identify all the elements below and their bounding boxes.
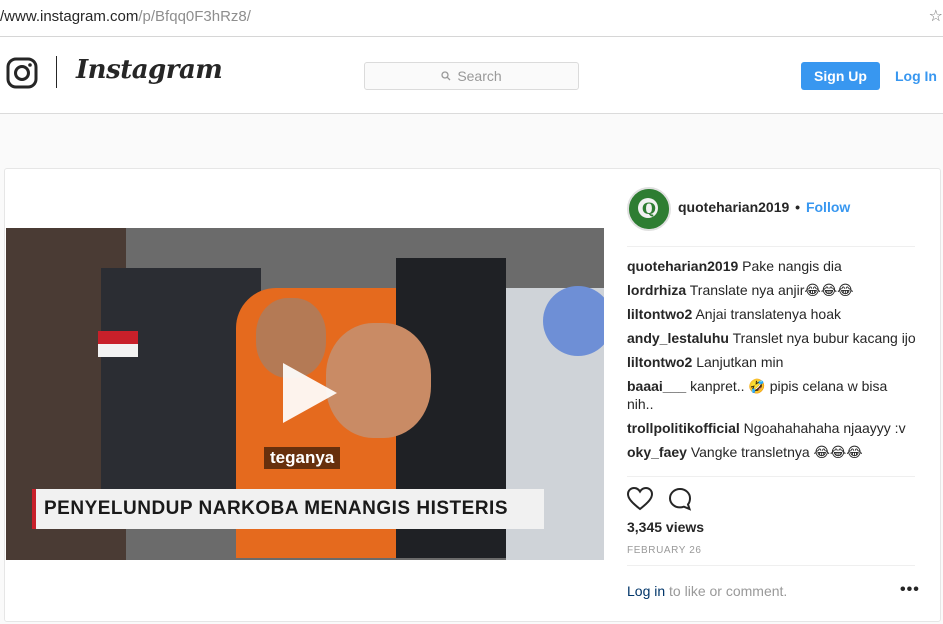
login-prompt-text: to like or comment. [665,583,788,599]
comment-item: quoteharian2019 Pake nangis dia [627,257,917,275]
video-scene-shape [326,323,431,438]
comment-text: Translet nya bubur kacang ijo [732,330,916,346]
comment-username[interactable]: lordrhiza [627,282,686,298]
login-to-comment-link[interactable]: Log in [627,583,665,599]
comment-username[interactable]: liltontwo2 [627,306,692,322]
comment-item: lordrhiza Translate nya anjir😂😂😂 [627,281,917,299]
comment-username[interactable]: oky_faey [627,444,687,460]
comment-username[interactable]: quoteharian2019 [627,258,738,274]
url-path: /p/Bfqq0F3hRz8/ [138,8,251,25]
comment-text: Pake nangis dia [742,258,842,274]
search-placeholder: Search [457,68,502,84]
avatar[interactable]: Q [627,187,671,231]
post-video[interactable]: teganya PENYELUNDUP NARKOBA MENANGIS HIS… [6,228,604,560]
divider [627,565,915,566]
view-count: 3,345 views [627,519,705,535]
search-input[interactable]: Search [364,62,579,90]
comment-text: Anjai translatenya hoak [695,306,841,322]
video-headline-banner: PENYELUNDUP NARKOBA MENANGIS HISTERIS [32,489,544,529]
flag-patch [98,331,138,357]
instagram-wordmark-logo[interactable]: Instagram [76,55,223,85]
comment-text: Vangke transletnya 😂😂😂 [690,444,863,460]
comment-item: liltontwo2 Lanjutkan min [627,353,917,371]
instagram-header: Instagram Search Sign Up Log In [0,37,943,114]
comment-text: Lanjutkan min [696,354,784,370]
post-date: FEBRUARY 26 [627,545,702,556]
browser-address-bar[interactable]: /www.instagram.com/p/Bfqq0F3hRz8/ ☆ [0,0,943,37]
url-host: /www.instagram.com [0,8,139,25]
video-scene-shape [543,286,604,356]
comments-list[interactable]: quoteharian2019 Pake nangis dia lordrhiza… [627,255,917,475]
comment-text: Translate nya anjir😂😂😂 [689,282,854,298]
log-in-link[interactable]: Log In [895,68,937,84]
follow-button[interactable]: Follow [806,199,850,215]
comment-bubble-icon[interactable] [668,487,692,511]
avatar-logo-icon: Q [629,189,669,229]
comment-item: oky_faey Vangke transletnya 😂😂😂 [627,443,917,461]
play-icon[interactable] [277,359,341,427]
video-subtitle: teganya [264,447,341,469]
header-divider [56,56,57,88]
bookmark-star-icon[interactable]: ☆ [929,6,943,26]
login-prompt: Log in to like or comment. [627,583,787,599]
comment-username[interactable]: baaai___ [627,378,686,394]
svg-text:Q: Q [642,199,656,218]
post-sidebar: Q quoteharian2019 • Follow quoteharian20… [605,169,940,621]
like-heart-icon[interactable] [627,487,653,511]
search-icon [441,71,451,81]
divider [627,246,915,247]
post-card: teganya PENYELUNDUP NARKOBA MENANGIS HIS… [4,168,941,622]
owner-separator: • [795,199,801,215]
post-owner-line: quoteharian2019 • Follow [678,199,850,215]
instagram-camera-icon[interactable] [6,57,38,89]
comment-text: Ngoahahahaha njaayyy :v [743,420,906,436]
comment-username[interactable]: liltontwo2 [627,354,692,370]
sign-up-button[interactable]: Sign Up [801,62,880,90]
more-options-icon[interactable]: ••• [900,581,920,599]
divider [627,476,915,477]
comment-username[interactable]: trollpolitikofficial [627,420,740,436]
comment-item: liltontwo2 Anjai translatenya hoak [627,305,917,323]
comment-item: andy_lestaluhu Translet nya bubur kacang… [627,329,917,347]
owner-username[interactable]: quoteharian2019 [678,199,789,215]
address-url[interactable]: /www.instagram.com/p/Bfqq0F3hRz8/ [0,8,251,25]
comment-username[interactable]: andy_lestaluhu [627,330,729,346]
comment-item: trollpolitikofficial Ngoahahahaha njaayy… [627,419,917,437]
comment-item: baaai___ kanpret.. 🤣 pipis celana w bisa… [627,377,917,413]
